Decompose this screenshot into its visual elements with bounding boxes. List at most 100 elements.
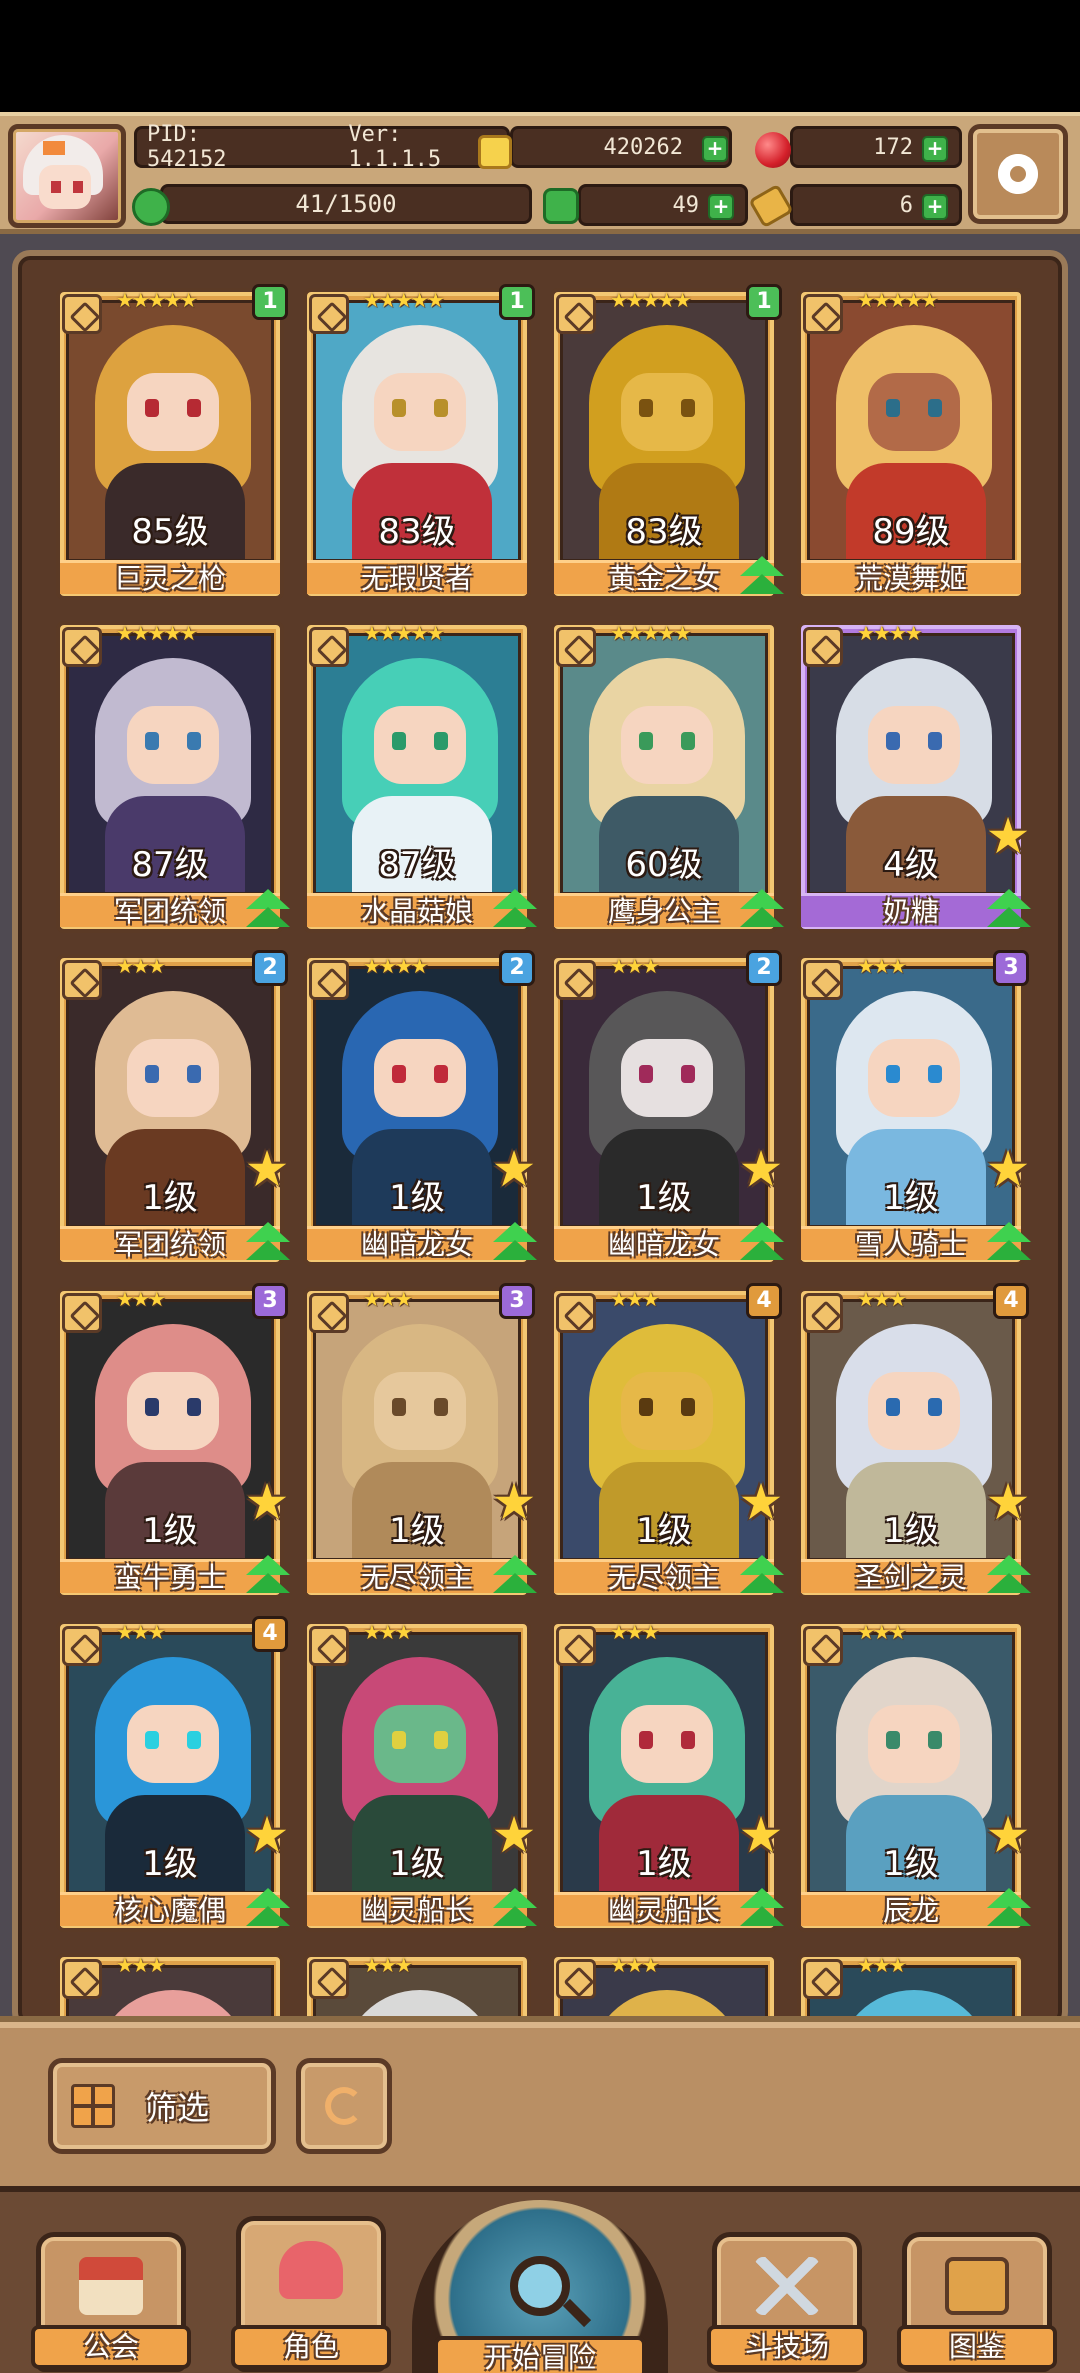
star-up-icon: ★: [985, 807, 1031, 865]
action-bar: 筛选: [0, 2016, 1080, 2186]
star-rating: ★★★★★: [857, 288, 939, 312]
star-rating: ★★★★★: [116, 621, 198, 645]
hero-card[interactable]: ★★★★★ 1 83级 黄金之女: [550, 284, 784, 600]
weapon-type-icon: [62, 1293, 102, 1333]
clover-icon: [543, 188, 579, 224]
upgrade-arrow-icon: [246, 1884, 290, 1928]
bottom-nav: 公会 角色 开始冒险 斗技场 图鉴: [0, 2186, 1080, 2373]
hero-level: 83级: [378, 512, 456, 552]
tier-badge: 1: [499, 284, 535, 320]
stamina-bar: 41/1500: [160, 184, 532, 224]
hero-list-panel: ★★★★★ 1 85级 巨灵之枪 ★★★★★ 1 83级 无瑕贤者 ★★★★★ 1 83级 黄金之女 ★…: [0, 234, 1080, 2030]
hero-card[interactable]: ★★★★★ 87级 军团统领: [56, 621, 290, 933]
refresh-button[interactable]: [296, 2058, 392, 2154]
weapon-type-icon: [803, 1293, 843, 1333]
hero-name: 巨灵之枪: [60, 560, 280, 595]
gem-amount: 172: [873, 134, 913, 160]
hero-card[interactable]: ★★★★★ 60级 鹰身公主: [550, 621, 784, 933]
player-avatar[interactable]: [8, 124, 126, 228]
weapon-type-icon: [309, 1626, 349, 1666]
hero-card[interactable]: ★★★ 4 1级 ★ 核心魔偶: [56, 1616, 290, 1932]
character-face-icon: [279, 2241, 343, 2299]
add-gems-button[interactable]: +: [922, 136, 948, 162]
star-rating: ★★★: [857, 1953, 907, 1977]
tab-codex-label: 图鉴: [897, 2325, 1057, 2369]
hero-level: 83级: [625, 512, 703, 552]
stamina-value: 41/1500: [295, 190, 397, 218]
star-rating: ★★★: [610, 1287, 660, 1311]
hero-card[interactable]: ★★★★★ 89级 荒漠舞姬: [797, 288, 1025, 600]
star-rating: ★★★: [857, 1287, 907, 1311]
tier-badge: 4: [252, 1616, 288, 1652]
weapon-type-icon: [556, 1959, 596, 1999]
star-rating: ★★★★: [857, 621, 923, 645]
star-rating: ★★★: [116, 1287, 166, 1311]
hero-card[interactable]: ★★★ 1级 ★ 幽灵船长: [550, 1620, 784, 1932]
tab-guild-label: 公会: [31, 2325, 191, 2369]
filter-button[interactable]: 筛选: [48, 2058, 276, 2154]
hero-card[interactable]: ★★★ 2 1级 ★ 幽暗龙女: [550, 950, 784, 1266]
star-up-icon: ★: [491, 1806, 537, 1864]
add-gold-button[interactable]: +: [702, 136, 728, 162]
hero-list-frame: ★★★★★ 1 85级 巨灵之枪 ★★★★★ 1 83级 无瑕贤者 ★★★★★ 1 83级 黄金之女 ★…: [12, 250, 1068, 2030]
ruby-gem-icon: [755, 132, 791, 168]
upgrade-arrow-icon: [246, 1218, 290, 1262]
tab-guild[interactable]: 公会: [31, 2232, 191, 2372]
add-keys-button[interactable]: +: [922, 194, 948, 220]
star-up-icon: ★: [244, 1806, 290, 1864]
hero-card[interactable]: ★★★★★ 1 83级 无瑕贤者: [303, 284, 535, 600]
upgrade-arrow-icon: [246, 885, 290, 929]
star-up-icon: ★: [985, 1140, 1031, 1198]
tier-badge: 2: [499, 950, 535, 986]
tab-arena[interactable]: 斗技场: [707, 2232, 867, 2372]
hero-card[interactable]: ★★★ 3 1级 ★ 雪人骑士: [797, 950, 1031, 1266]
hero-card[interactable]: ★★★★★ 87级 水晶菇娘: [303, 621, 537, 933]
hero-card[interactable]: ★★★ 1级 ★ 幽灵船长: [303, 1620, 537, 1932]
hero-card[interactable]: ★★★ 3 1级 ★ 无尽领主: [303, 1283, 537, 1599]
star-rating: ★★★: [857, 1620, 907, 1644]
weapon-type-icon: [309, 1959, 349, 1999]
upgrade-arrow-icon: [740, 1884, 784, 1928]
settings-button[interactable]: [968, 124, 1068, 224]
star-rating: ★★★: [116, 1953, 166, 1977]
hero-card[interactable]: ★★★ 4 1级 ★ 圣剑之灵: [797, 1283, 1031, 1599]
tab-characters-label: 角色: [231, 2325, 391, 2369]
add-clover-button[interactable]: +: [708, 194, 734, 220]
tier-badge: 3: [993, 950, 1029, 986]
upgrade-arrow-icon: [987, 1551, 1031, 1595]
tier-badge: 3: [499, 1283, 535, 1319]
tab-characters[interactable]: 角色: [231, 2216, 391, 2372]
weapon-type-icon: [309, 1293, 349, 1333]
weapon-type-icon: [62, 1959, 102, 1999]
star-rating: ★★★: [363, 1287, 413, 1311]
tier-badge: 4: [746, 1283, 782, 1319]
hero-card[interactable]: ★★★ 3 1级 ★ 蛮牛勇士: [56, 1283, 290, 1599]
start-adventure-label: 开始冒险: [434, 2336, 646, 2373]
weapon-type-icon: [62, 294, 102, 334]
hero-name: 荒漠舞姬: [801, 560, 1021, 595]
tab-codex[interactable]: 图鉴: [897, 2232, 1057, 2372]
weapon-type-icon: [803, 627, 843, 667]
tier-badge: 2: [746, 950, 782, 986]
star-up-icon: ★: [738, 1473, 784, 1531]
star-up-icon: ★: [491, 1473, 537, 1531]
player-info: PID: 542152 Ver: 1.1.1.5: [134, 122, 510, 172]
weapon-type-icon: [62, 1626, 102, 1666]
tier-badge: 1: [746, 284, 782, 320]
upgrade-arrow-icon: [740, 552, 784, 596]
guild-house-icon: [79, 2257, 143, 2315]
upgrade-arrow-icon: [740, 1218, 784, 1262]
hero-card[interactable]: ★★★★ 4级 ★ 奶糖: [797, 621, 1031, 933]
star-up-icon: ★: [738, 1806, 784, 1864]
hero-card[interactable]: ★★★ 1级 ★ 辰龙: [797, 1620, 1031, 1932]
hero-card[interactable]: ★★★★★ 1 85级 巨灵之枪: [56, 284, 288, 600]
gold-amount: 420262: [603, 134, 683, 160]
hero-card[interactable]: ★★★ 2 1级 ★ 军团统领: [56, 950, 290, 1266]
star-rating: ★★★: [116, 1620, 166, 1644]
weapon-type-icon: [803, 960, 843, 1000]
hero-card[interactable]: ★★★★ 2 1级 ★ 幽暗龙女: [303, 950, 537, 1266]
weapon-type-icon: [62, 627, 102, 667]
hero-card[interactable]: ★★★ 4 1级 ★ 无尽领主: [550, 1283, 784, 1599]
star-up-icon: ★: [244, 1140, 290, 1198]
start-adventure-button[interactable]: 开始冒险: [412, 2200, 668, 2373]
